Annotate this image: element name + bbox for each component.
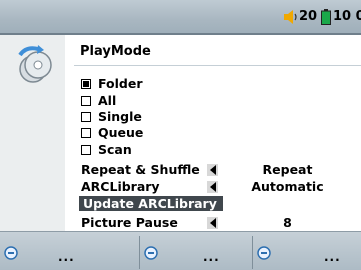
update-arclibrary-button[interactable]: Update ARCLibrary	[79, 196, 223, 211]
checkbox-icon[interactable]	[81, 128, 91, 138]
left-arrow-icon	[210, 182, 216, 192]
left-arrow-icon	[210, 218, 216, 228]
option-all[interactable]: All	[81, 94, 116, 108]
repeat-shuffle-value[interactable]: Repeat	[240, 162, 335, 177]
option-label: Scan	[98, 142, 132, 157]
page-title: PlayMode	[80, 44, 151, 59]
option-scan[interactable]: Scan	[81, 143, 132, 157]
option-label: Queue	[98, 125, 144, 140]
status-bar: 20 10 0	[0, 0, 361, 35]
option-queue[interactable]: Queue	[81, 126, 143, 140]
arclibrary-label[interactable]: ARCLibrary	[81, 179, 160, 194]
checkbox-icon[interactable]	[81, 79, 91, 89]
softkey-circle-icon	[144, 246, 158, 260]
volume-icon	[284, 10, 297, 24]
softkey-1-label: ...	[58, 250, 75, 264]
option-label: Single	[98, 109, 142, 124]
picture-pause-value[interactable]: 8	[240, 215, 335, 230]
left-arrow-icon	[210, 165, 216, 175]
softkey-bar: ... ... ...	[0, 231, 361, 270]
softkey-2-label: ...	[203, 250, 220, 264]
battery-icon	[321, 9, 331, 25]
playmode-disc-icon	[18, 45, 52, 83]
softkey-1[interactable]: ...	[0, 236, 138, 269]
softkey-circle-icon	[4, 246, 18, 260]
option-folder[interactable]: Folder	[81, 77, 143, 91]
checkbox-icon[interactable]	[81, 112, 91, 122]
softkey-2[interactable]: ...	[139, 236, 251, 269]
update-arclibrary-label: Update ARCLibrary	[83, 196, 217, 211]
option-label: All	[98, 93, 117, 108]
checkbox-icon[interactable]	[81, 96, 91, 106]
repeat-shuffle-label[interactable]: Repeat & Shuffle	[81, 162, 200, 177]
softkey-circle-icon	[257, 246, 271, 260]
checkbox-icon[interactable]	[81, 145, 91, 155]
softkey-3-label: ...	[324, 250, 341, 264]
picture-pause-label[interactable]: Picture Pause	[81, 215, 178, 230]
battery-level: 10 0	[333, 9, 361, 24]
softkey-3[interactable]: ...	[252, 236, 361, 269]
volume-level: 20	[299, 9, 318, 24]
option-single[interactable]: Single	[81, 110, 142, 124]
title-divider	[74, 65, 361, 66]
arclibrary-value[interactable]: Automatic	[240, 179, 335, 194]
option-label: Folder	[98, 76, 143, 91]
playmode-panel: PlayMode Folder All Single Queue Scan Re…	[0, 35, 361, 231]
icon-strip	[0, 35, 65, 231]
